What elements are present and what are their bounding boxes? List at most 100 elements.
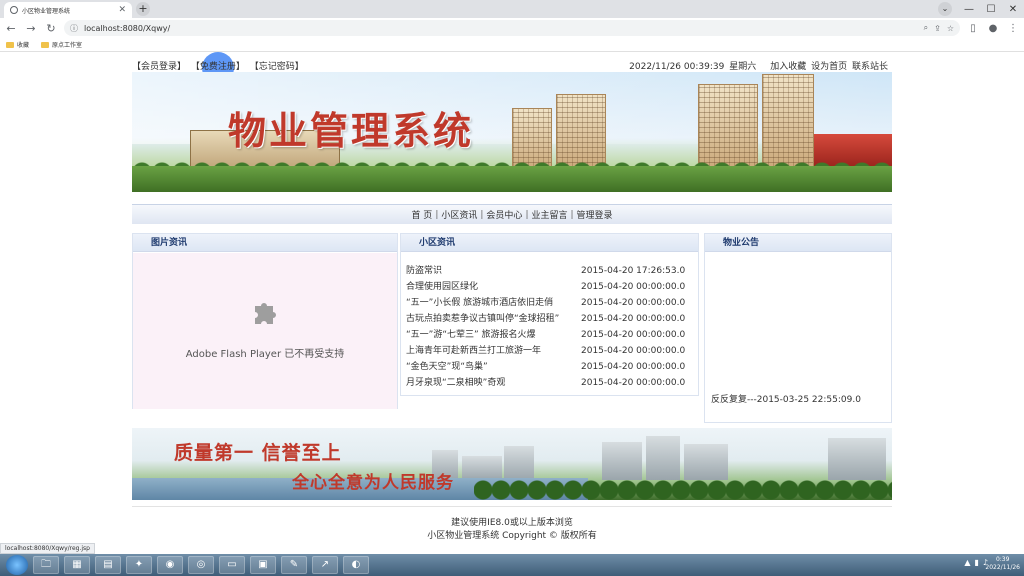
- free-register-link[interactable]: 【免费注册】: [191, 62, 245, 72]
- taskbar-app-chrome[interactable]: ◎: [188, 556, 214, 574]
- news-date: 2015-04-20 00:00:00.0: [581, 362, 686, 372]
- system-clock[interactable]: 0:39 2022/11/26: [985, 556, 1020, 572]
- nav-owner-messages[interactable]: 业主留言: [531, 208, 567, 221]
- taskbar-app-1[interactable]: ▦: [64, 556, 90, 574]
- news-date: 2015-04-20 00:00:00.0: [581, 314, 686, 324]
- news-title[interactable]: 古玩点拍卖惹争议古镇叫停“金球招租”: [406, 311, 578, 327]
- bookmark-label: 收藏: [17, 42, 30, 49]
- back-button[interactable]: ←: [4, 22, 18, 35]
- page-footer: 建议使用IE8.0或以上版本浏览 小区物业管理系统 Copyright © 版权…: [132, 506, 892, 543]
- news-item[interactable]: 月牙泉现“二泉相映”奇观 2015-04-20 00:00:00.0: [406, 375, 691, 391]
- news-title[interactable]: “五一”小长假 旅游城市酒店依旧走俏: [406, 295, 578, 311]
- copyright-text: 小区物业管理系统 Copyright © 版权所有: [427, 531, 597, 541]
- taskbar-app-explorer[interactable]: 🗀: [33, 556, 59, 574]
- slogan-line-2: 全心全意为人民服务: [292, 473, 454, 493]
- maximize-button[interactable]: ☐: [980, 4, 1002, 15]
- announcement-item[interactable]: 反反复复---2015-03-25 22:55:09.0: [711, 392, 861, 405]
- tab-strip: 小区物业管理系统 ✕ + ⌄ — ☐ ✕: [0, 0, 1024, 18]
- nav-admin-login[interactable]: 管理登录: [577, 208, 613, 221]
- reload-button[interactable]: ↻: [44, 22, 58, 35]
- address-url[interactable]: localhost:8080/Xqwy/: [84, 24, 918, 33]
- address-bar[interactable]: ⓘ localhost:8080/Xqwy/ ⌕ ⇪ ☆: [64, 20, 960, 36]
- taskbar-app-4[interactable]: ◉: [157, 556, 183, 574]
- info-icon[interactable]: ⓘ: [70, 23, 78, 34]
- top-links-bar: 【会员登录】 【免费注册】 【忘记密码】 2022/11/26 00:39:39…: [132, 58, 892, 72]
- plugin-puzzle-icon: [255, 303, 276, 324]
- zoom-icon[interactable]: ⌕: [924, 23, 928, 33]
- star-icon[interactable]: ☆: [947, 24, 954, 33]
- panel-title: 物业公告: [705, 234, 891, 252]
- minimize-button[interactable]: —: [958, 4, 980, 15]
- flash-unsupported-message: Adobe Flash Player 已不再受支持: [185, 349, 345, 360]
- link-status-bar: localhost:8080/Xqwy/reg.jsp: [0, 543, 95, 554]
- flash-placeholder: Adobe Flash Player 已不再受支持: [133, 253, 397, 409]
- taskbar-app-5[interactable]: ▣: [250, 556, 276, 574]
- side-panel-icon[interactable]: ▯: [966, 23, 980, 34]
- bookmark-folder[interactable]: 原点工作室: [41, 40, 82, 49]
- window-controls: ⌄ — ☐ ✕: [938, 0, 1024, 18]
- news-title[interactable]: 合理使用园区绿化: [406, 279, 578, 295]
- news-item[interactable]: “金色天空”现“鸟巢” 2015-04-20 00:00:00.0: [406, 359, 691, 375]
- news-item[interactable]: “五一”小长假 旅游城市酒店依旧走俏 2015-04-20 00:00:00.0: [406, 295, 691, 311]
- panel-title: 小区资讯: [401, 234, 698, 252]
- news-item[interactable]: 合理使用园区绿化 2015-04-20 00:00:00.0: [406, 279, 691, 295]
- main-nav: 首 页 | 小区资讯 | 会员中心 | 业主留言 | 管理登录: [132, 204, 892, 224]
- community-news-panel: 小区资讯 防盗常识 2015-04-20 17:26:53.0 合理使用园区绿化 2…: [400, 233, 699, 396]
- forgot-password-link[interactable]: 【忘记密码】: [250, 62, 304, 72]
- tray-icon[interactable]: ▲: [964, 558, 970, 567]
- slogan-banner: 质量第一 信誉至上 全心全意为人民服务: [132, 428, 892, 500]
- slogan-line-1: 质量第一 信誉至上: [174, 442, 342, 464]
- browser-toolbar: ← → ↻ ⓘ localhost:8080/Xqwy/ ⌕ ⇪ ☆ ▯ ● ⋮: [0, 18, 1024, 38]
- bookmarks-bar: 收藏 原点工作室: [0, 38, 1024, 52]
- news-title[interactable]: 月牙泉现“二泉相映”奇观: [406, 375, 578, 391]
- image-news-panel: 图片资讯 Adobe Flash Player 已不再受支持: [132, 233, 398, 409]
- news-date: 2015-04-20 00:00:00.0: [581, 298, 686, 308]
- bookmark-label: 原点工作室: [52, 42, 83, 49]
- news-item[interactable]: 上海青年可赴新西兰打工旅游一年 2015-04-20 00:00:00.0: [406, 343, 691, 359]
- window-close-button[interactable]: ✕: [1002, 4, 1024, 15]
- current-weekday: 星期六: [729, 61, 757, 72]
- os-taskbar: 🗀 ▦ ▤ ✦ ◉ ◎ ▭ ▣ ✎ ↗ ◐ ▲ ▮ ♪ 0:39 2022/11…: [0, 554, 1024, 576]
- news-item[interactable]: “五一”游“七荤三” 旅游报名火爆 2015-04-20 00:00:00.0: [406, 327, 691, 343]
- news-title[interactable]: 上海青年可赴新西兰打工旅游一年: [406, 343, 578, 359]
- nav-community-news[interactable]: 小区资讯: [441, 208, 477, 221]
- news-date: 2015-04-20 00:00:00.0: [581, 330, 686, 340]
- taskbar-app-6[interactable]: ✎: [281, 556, 307, 574]
- taskbar-app-7[interactable]: ↗: [312, 556, 338, 574]
- taskbar-app-folder[interactable]: ▭: [219, 556, 245, 574]
- taskbar-app-3[interactable]: ✦: [126, 556, 152, 574]
- network-icon[interactable]: ▮: [974, 558, 978, 567]
- browser-tab[interactable]: 小区物业管理系统 ✕: [4, 2, 132, 18]
- start-button[interactable]: [6, 555, 28, 575]
- announcement-panel: 物业公告 反反复复---2015-03-25 22:55:09.0: [704, 233, 892, 423]
- set-homepage-link[interactable]: 设为首页: [811, 62, 847, 72]
- news-title[interactable]: 防盗常识: [406, 263, 578, 279]
- current-datetime: 2022/11/26 00:39:39: [629, 61, 725, 72]
- site-title: 物业管理系统: [228, 108, 475, 153]
- add-favorite-link[interactable]: 加入收藏: [770, 62, 806, 72]
- bookmark-folder[interactable]: 收藏: [6, 40, 29, 49]
- header-banner: 物业管理系统: [132, 72, 892, 192]
- taskbar-app-2[interactable]: ▤: [95, 556, 121, 574]
- forward-button[interactable]: →: [24, 22, 38, 35]
- share-icon[interactable]: ⇪: [934, 24, 941, 33]
- panel-title: 图片资讯: [133, 234, 397, 252]
- browser-recommendation: 建议使用IE8.0或以上版本浏览: [451, 518, 573, 528]
- close-icon[interactable]: ✕: [118, 5, 126, 15]
- nav-member-center[interactable]: 会员中心: [486, 208, 522, 221]
- news-title[interactable]: “金色天空”现“鸟巢”: [406, 359, 578, 375]
- member-login-link[interactable]: 【会员登录】: [132, 62, 186, 72]
- contact-admin-link[interactable]: 联系站长: [852, 62, 888, 72]
- tab-title: 小区物业管理系统: [22, 7, 71, 15]
- nav-home[interactable]: 首 页: [411, 208, 432, 221]
- clock-time: 0:39: [995, 556, 1010, 563]
- news-date: 2015-04-20 00:00:00.0: [581, 346, 686, 356]
- news-item[interactable]: 古玩点拍卖惹争议古镇叫停“金球招租” 2015-04-20 00:00:00.0: [406, 311, 691, 327]
- new-tab-button[interactable]: +: [136, 2, 150, 16]
- menu-icon[interactable]: ⋮: [1006, 23, 1020, 34]
- news-title[interactable]: “五一”游“七荤三” 旅游报名火爆: [406, 327, 578, 343]
- taskbar-app-8[interactable]: ◐: [343, 556, 369, 574]
- chevron-down-icon[interactable]: ⌄: [938, 2, 952, 16]
- news-item[interactable]: 防盗常识 2015-04-20 17:26:53.0: [406, 263, 691, 279]
- profile-icon[interactable]: ●: [986, 23, 1000, 34]
